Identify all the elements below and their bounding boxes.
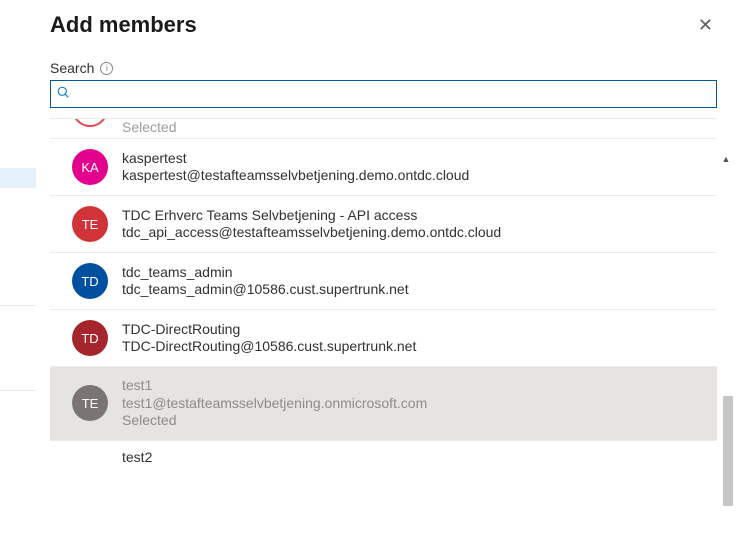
- member-name: TDC Erhverc Teams Selvbetjening - API ac…: [122, 207, 501, 225]
- search-label: Search: [50, 60, 94, 76]
- info-icon[interactable]: i: [100, 62, 113, 75]
- close-icon[interactable]: ✕: [694, 12, 717, 38]
- member-email: tdc_teams_admin@10586.cust.supertrunk.ne…: [122, 281, 409, 299]
- avatar: TE: [72, 206, 108, 242]
- member-name: test2: [122, 449, 709, 465]
- scroll-up-arrow-icon[interactable]: ▲: [719, 154, 733, 164]
- left-divider: [0, 390, 36, 391]
- left-divider: [0, 305, 36, 306]
- list-item-partial-bottom[interactable]: test2: [50, 441, 717, 465]
- member-name: TDC-DirectRouting: [122, 321, 416, 339]
- avatar: TE: [72, 385, 108, 421]
- search-input[interactable]: [76, 81, 710, 107]
- member-name: test1: [122, 377, 427, 395]
- scrollbar-thumb[interactable]: [723, 396, 733, 506]
- avatar: TD: [72, 320, 108, 356]
- avatar: TD: [72, 263, 108, 299]
- list-item-text: tdc_teams_admin tdc_teams_admin@10586.cu…: [122, 264, 409, 299]
- list-item[interactable]: KA kaspertest kaspertest@testafteamsselv…: [50, 139, 717, 196]
- list-item[interactable]: TE TDC Erhverc Teams Selvbetjening - API…: [50, 196, 717, 253]
- list-item-partial-top[interactable]: Selected: [50, 119, 717, 139]
- member-name: kaspertest: [122, 150, 469, 168]
- list-item-text: kaspertest kaspertest@testafteamsselvbet…: [122, 150, 469, 185]
- member-name: tdc_teams_admin: [122, 264, 409, 282]
- search-label-row: Search i: [50, 60, 717, 76]
- results-list: Selected KA kaspertest kaspertest@testaf…: [50, 118, 717, 465]
- member-email: tdc_api_access@testafteamsselvbetjening.…: [122, 224, 501, 242]
- search-icon: [57, 86, 70, 102]
- panel-title: Add members: [50, 12, 197, 38]
- avatar: [72, 119, 108, 127]
- list-item-text: TDC-DirectRouting TDC-DirectRouting@1058…: [122, 321, 416, 356]
- add-members-panel: Add members ✕ Search i Selected KA kaspe…: [40, 0, 747, 539]
- search-box[interactable]: [50, 80, 717, 108]
- selected-status: Selected: [122, 412, 427, 430]
- list-item[interactable]: TD tdc_teams_admin tdc_teams_admin@10586…: [50, 253, 717, 310]
- list-item-text: test1 test1@testafteamsselvbetjening.onm…: [122, 377, 427, 430]
- panel-header: Add members ✕: [50, 8, 717, 60]
- list-item-text: TDC Erhverc Teams Selvbetjening - API ac…: [122, 207, 501, 242]
- member-email: kaspertest@testafteamsselvbetjening.demo…: [122, 167, 469, 185]
- member-email: test1@testafteamsselvbetjening.onmicroso…: [122, 395, 427, 413]
- list-item[interactable]: TD TDC-DirectRouting TDC-DirectRouting@1…: [50, 310, 717, 367]
- selected-status: Selected: [122, 119, 176, 135]
- member-email: TDC-DirectRouting@10586.cust.supertrunk.…: [122, 338, 416, 356]
- left-highlight-strip: [0, 168, 36, 188]
- list-item[interactable]: TE test1 test1@testafteamsselvbetjening.…: [50, 367, 717, 441]
- avatar: KA: [72, 149, 108, 185]
